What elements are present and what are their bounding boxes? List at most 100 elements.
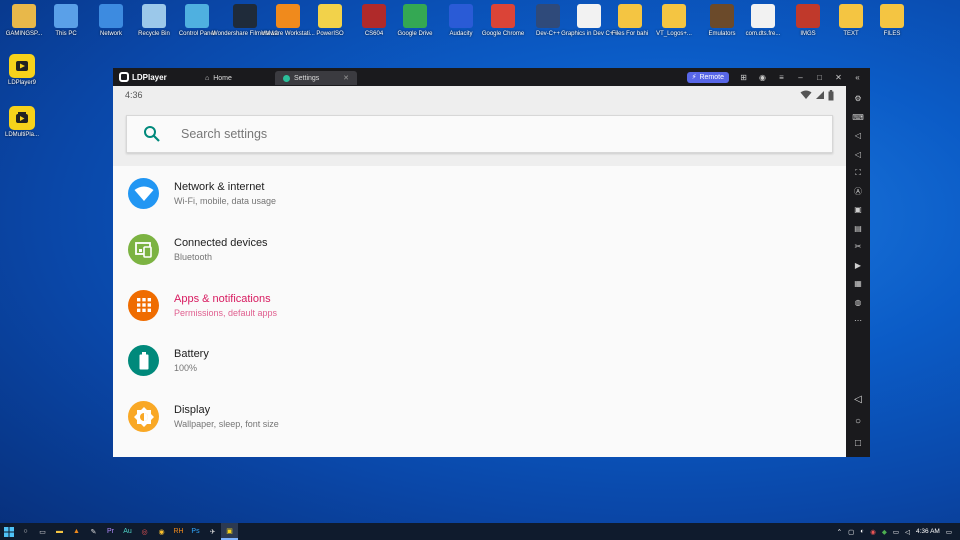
book-icon <box>362 4 386 28</box>
network-icon[interactable]: ▭ <box>893 528 899 536</box>
auto-click-icon[interactable]: Ⓐ <box>852 185 864 197</box>
desktop-icon[interactable]: CS604 <box>351 4 397 38</box>
account-icon[interactable]: ◉ <box>758 73 767 82</box>
desktop-icon[interactable]: Graphics in Dev C++ <box>561 4 617 38</box>
file-icon <box>751 4 775 28</box>
remote-button[interactable]: ⚡ Remote <box>686 71 729 83</box>
search-icon[interactable]: ○ <box>17 523 34 540</box>
tray-app-icon[interactable]: ◐ <box>860 528 864 535</box>
desktop-icon[interactable]: IMGS <box>785 4 831 38</box>
record-icon[interactable]: ▤ <box>852 222 864 234</box>
back-icon[interactable]: ◁ <box>854 394 862 405</box>
settings-item-apps[interactable]: Apps & notifications Permissions, defaul… <box>113 277 846 333</box>
volume-up-icon[interactable]: ◁ <box>852 130 864 142</box>
desktop-icon[interactable]: Google Drive <box>392 4 438 38</box>
connected-devices-icon <box>128 234 159 266</box>
desktop-icon[interactable]: TEXT <box>828 4 874 38</box>
ldplayer-taskbar-icon[interactable]: ▣ <box>221 523 238 540</box>
desktop-icon[interactable]: Files For bahi <box>607 4 653 38</box>
desktop-icon[interactable]: GAMINGSP... <box>1 4 47 38</box>
apk-install-icon[interactable]: ▣ <box>852 204 864 216</box>
home-circle-icon[interactable]: ○ <box>855 416 861 427</box>
lightning-icon: ⚡ <box>691 74 697 81</box>
settings-item-network[interactable]: Network & internet Wi-Fi, mobile, data u… <box>113 166 846 222</box>
volume-down-icon[interactable]: ◁ <box>852 148 864 160</box>
notifications-icon[interactable]: ▭ <box>946 528 952 536</box>
screenshot-icon[interactable]: ⛶ <box>852 167 864 179</box>
collapse-sidebar-icon[interactable]: « <box>853 73 862 82</box>
keyboard-icon[interactable]: ⌨ <box>852 111 864 123</box>
settings-item-title: Battery <box>174 348 209 361</box>
desktop-icon-label: LDMultiPla... <box>4 132 39 138</box>
android-status-bar: 4:36 <box>113 86 846 104</box>
desktop-icon-label: FILES <box>883 31 901 37</box>
document-icon <box>577 4 601 28</box>
user-folder-icon <box>12 4 36 28</box>
audition-icon[interactable]: Au <box>119 523 136 540</box>
premiere-icon[interactable]: Pr <box>102 523 119 540</box>
scissors-icon[interactable]: ✂ <box>852 241 864 253</box>
chrome-icon[interactable]: ◉ <box>153 523 170 540</box>
ldplayer-window: LDPlayer ⌂ Home Settings ✕ ⚡ Remote ⊞ ◉ … <box>113 68 870 457</box>
file-explorer-icon[interactable]: ▬ <box>51 523 68 540</box>
desktop-icon-label: Audacity <box>449 31 473 37</box>
settings-gear-icon[interactable]: ⚙ <box>852 93 864 105</box>
monitor-icon <box>54 4 78 28</box>
photoshop-icon[interactable]: Ps <box>187 523 204 540</box>
desktop-icon[interactable]: Emulators <box>699 4 745 38</box>
more-icon[interactable]: ⋯ <box>852 315 864 327</box>
tab-home[interactable]: ⌂ Home <box>197 71 275 85</box>
video-icon[interactable]: ▶ <box>852 259 864 271</box>
menu-icon[interactable]: ≡ <box>777 73 786 82</box>
plane-app-icon[interactable]: ✈ <box>204 523 221 540</box>
maximize-icon[interactable]: □ <box>815 73 824 82</box>
minimize-icon[interactable]: – <box>796 73 805 82</box>
rotate-icon[interactable]: ◍ <box>852 296 864 308</box>
app-logo: LDPlayer <box>119 72 197 82</box>
desktop-icon[interactable]: Network <box>88 4 134 38</box>
desktop-icon[interactable]: VMware Workstati... <box>261 4 315 38</box>
desktop-icon-label: Google Drive <box>397 31 433 37</box>
sync-icon[interactable]: ▦ <box>852 278 864 290</box>
home-icon: ⌂ <box>205 74 210 82</box>
tray-app-icon[interactable]: ◆ <box>882 528 887 536</box>
desktop-icon-ldmultiplayer[interactable]: LDMultiPla... <box>4 106 40 138</box>
close-window-icon[interactable]: ✕ <box>834 73 843 82</box>
desktop-icon[interactable]: VT_Logos+... <box>651 4 697 38</box>
rh-app-icon[interactable]: RH <box>170 523 187 540</box>
record-app-icon[interactable]: ◎ <box>136 523 153 540</box>
recents-icon[interactable]: □ <box>855 438 861 449</box>
search-area <box>113 104 846 166</box>
settings-item-display[interactable]: Display Wallpaper, sleep, font size <box>113 389 846 445</box>
desktop-icon[interactable]: Recycle Bin <box>131 4 177 38</box>
tray-app-icon[interactable]: ▢ <box>848 528 854 536</box>
clock-time[interactable]: 4:36 AM <box>916 528 940 535</box>
desktop-icon[interactable]: com.dts.fre... <box>740 4 786 38</box>
desktop-icon[interactable]: Audacity <box>438 4 484 38</box>
tab-settings[interactable]: Settings ✕ <box>275 71 357 85</box>
window-titlebar[interactable]: LDPlayer ⌂ Home Settings ✕ ⚡ Remote ⊞ ◉ … <box>113 68 870 86</box>
vmware-icon <box>276 4 300 28</box>
tray-app-icon[interactable]: ◉ <box>870 528 876 536</box>
app-icon[interactable]: ✎ <box>85 523 102 540</box>
system-tray: ⌃ ▢ ◐ ◉ ◆ ▭ ◁ 4:36 AM ▭ <box>837 528 960 536</box>
desktop-icon[interactable]: This PC <box>43 4 89 38</box>
desktop-icon-label: VT_Logos+... <box>656 31 692 37</box>
desktop-icon-label: IMGS <box>800 31 816 37</box>
search-bar[interactable] <box>126 115 833 153</box>
volume-icon[interactable]: ◁ <box>905 528 910 536</box>
desktop-icon[interactable]: FILES <box>869 4 915 38</box>
search-input[interactable] <box>181 127 681 141</box>
vlc-icon[interactable]: ▲ <box>68 523 85 540</box>
tab-label: Settings <box>294 74 320 82</box>
gamepad-icon[interactable]: ⊞ <box>739 73 748 82</box>
settings-item-battery[interactable]: Battery 100% <box>113 333 846 389</box>
desktop-icon[interactable]: PowerISO <box>307 4 353 38</box>
settings-item-connected-devices[interactable]: Connected devices Bluetooth <box>113 222 846 278</box>
close-tab-icon[interactable]: ✕ <box>343 74 349 82</box>
desktop-icon-ldplayer9[interactable]: LDPlayer9 <box>4 54 40 86</box>
windows-start-icon[interactable] <box>0 523 17 540</box>
task-view-icon[interactable]: ▭ <box>34 523 51 540</box>
chevron-up-icon[interactable]: ⌃ <box>837 528 842 536</box>
desktop-icon[interactable]: Google Chrome <box>480 4 526 38</box>
